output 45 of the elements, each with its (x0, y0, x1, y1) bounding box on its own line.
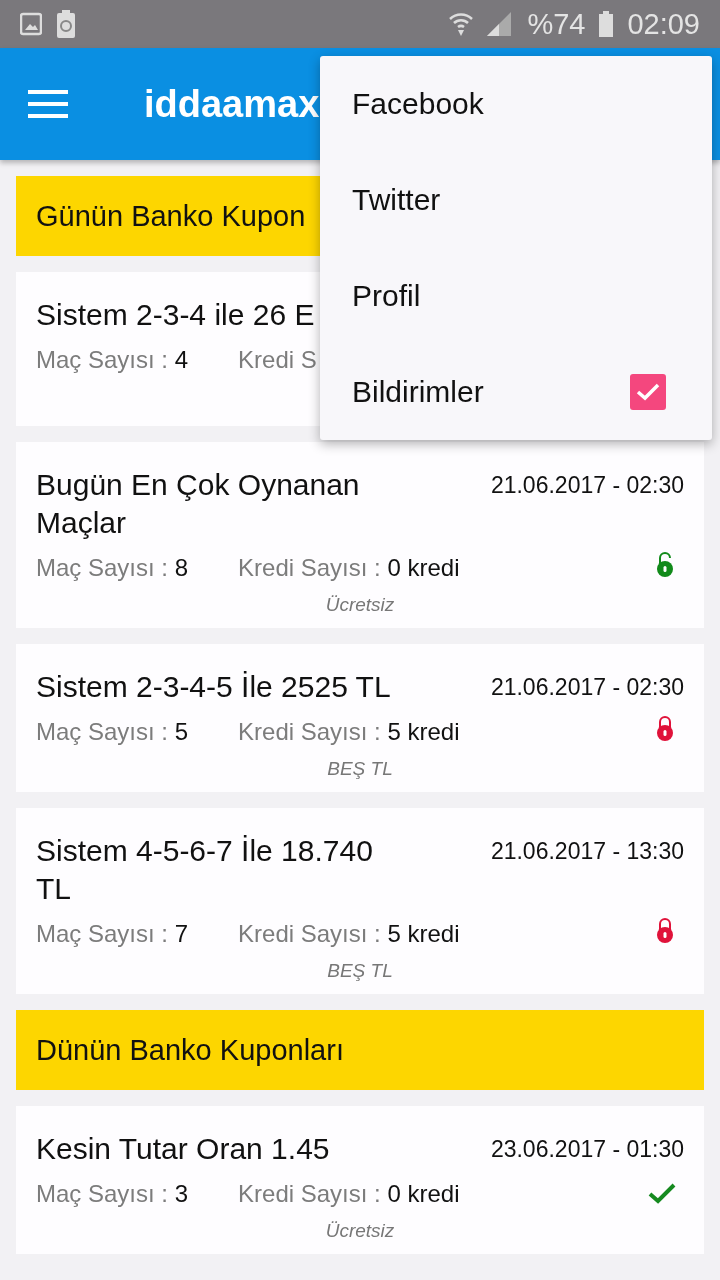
coupon-title: Sistem 4-5-6-7 İle 18.740 TL (36, 833, 374, 907)
coupon-title: Bugün En Çok Oynanan Maçlar (36, 467, 361, 541)
padlock-icon (654, 716, 676, 742)
credit-count: Kredi Sayısı : 5 kredi (238, 920, 460, 948)
image-icon (20, 12, 42, 36)
app-title: iddaamax (144, 82, 320, 126)
credit-count: Kredi Sayısı : 0 kredi (238, 554, 460, 582)
price-label: BEŞ TL (327, 960, 393, 982)
recycle-battery-icon (56, 10, 76, 38)
credit-count: Kredi S (238, 346, 317, 374)
coupon-title: Sistem 2-3-4 ile 26 E (36, 297, 316, 333)
match-count: Maç Sayısı : 3 (36, 1180, 189, 1208)
match-count: Maç Sayısı : 5 (36, 718, 189, 746)
wifi-icon (449, 11, 474, 37)
coupon-card[interactable]: Kesin Tutar Oran 1.45 Maç Sayısı : 3 Kredi Sayısı : 0 kredi 23.06.2017 - 01:30 Ücretsiz (16, 1106, 704, 1254)
signal-icon (487, 12, 514, 36)
coupon-card[interactable]: Sistem 2-3-4-5 İle 2525 TL Maç Sayısı : 5 Kredi Sayısı : 5 kredi 21.06.2017 - 02:30 BEŞ TL (16, 644, 704, 792)
battery-icon (599, 11, 614, 37)
section-header: Dünün Banko Kuponları (16, 1010, 704, 1090)
coupon-title: Sistem 2-3-4-5 İle 2525 TL (36, 669, 392, 705)
unlocked-padlock-icon (654, 552, 676, 578)
coupon-date: 21.06.2017 - 02:30 (490, 472, 684, 499)
battery-percent: %74 (527, 7, 586, 41)
padlock-icon (654, 918, 676, 944)
clock: 02:09 (627, 7, 700, 41)
coupon-card[interactable]: Bugün En Çok Oynanan Maçlar Maç Sayısı : 8 Kredi Sayısı : 0 kredi 21.06.2017 - 02:30 Ücretsiz (16, 442, 704, 628)
checkmark-icon (648, 1182, 676, 1204)
credit-count: Kredi Sayısı : 0 kredi (238, 1180, 460, 1208)
coupon-date: 21.06.2017 - 13:30 (490, 838, 684, 865)
menu-item[interactable]: Facebook (320, 56, 712, 152)
price-label: BEŞ TL (327, 758, 393, 780)
coupon-title: Kesin Tutar Oran 1.45 (36, 1131, 331, 1167)
coupon-card[interactable]: Sistem 4-5-6-7 İle 18.740 TL Maç Sayısı : 7 Kredi Sayısı : 5 kredi 21.06.2017 - 13:30 BEŞ TL (16, 808, 704, 994)
checkbox[interactable] (630, 374, 666, 410)
match-count: Maç Sayısı : 4 (36, 346, 189, 374)
menu-icon[interactable] (28, 90, 68, 118)
coupon-date: 21.06.2017 - 02:30 (490, 674, 684, 701)
menu-item[interactable]: Bildirimler (320, 344, 712, 440)
price-label: Ücretsiz (325, 1220, 395, 1242)
price-label: Ücretsiz (325, 594, 395, 616)
checkmark-icon (635, 382, 661, 402)
match-count: Maç Sayısı : 8 (36, 554, 189, 582)
credit-count: Kredi Sayısı : 5 kredi (238, 718, 460, 746)
coupon-date: 23.06.2017 - 01:30 (490, 1136, 684, 1163)
match-count: Maç Sayısı : 7 (36, 920, 189, 948)
